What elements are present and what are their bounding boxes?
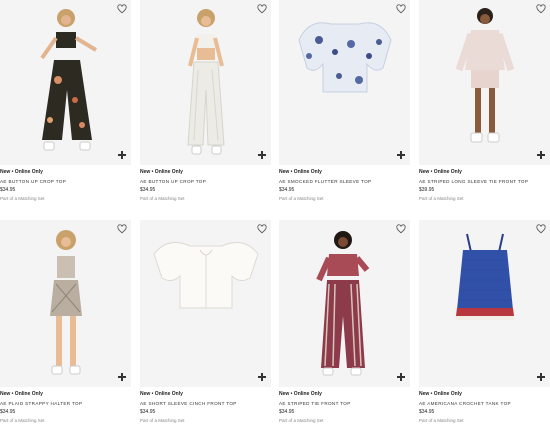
product-image[interactable] xyxy=(419,220,550,387)
product-card[interactable]: New • Online Only AE Smocked Flutter Sle… xyxy=(279,0,410,201)
product-price: $34.95 xyxy=(0,187,16,193)
product-card[interactable]: New • Online Only AE Button Up Crop Top … xyxy=(0,0,131,201)
heart-outline-icon[interactable] xyxy=(536,224,546,234)
product-price: $34.95 xyxy=(140,409,156,415)
matching-set-note[interactable]: Part of a Matching Set xyxy=(419,418,464,423)
product-price: $34.95 xyxy=(279,187,295,193)
product-image[interactable] xyxy=(419,0,550,165)
product-price: $34.95 xyxy=(140,187,156,193)
product-price: $34.95 xyxy=(0,409,16,415)
plus-icon[interactable] xyxy=(397,151,405,159)
matching-set-note[interactable]: Part of a Matching Set xyxy=(419,196,464,201)
product-badge: New • Online Only xyxy=(0,391,43,397)
product-card[interactable]: New • Online Only AE Americana Crochet T… xyxy=(419,220,550,423)
plus-icon[interactable] xyxy=(537,151,545,159)
product-image[interactable] xyxy=(0,0,131,165)
product-name[interactable]: AE Short Sleeve Cinch Front Top xyxy=(140,401,237,406)
matching-set-note[interactable]: Part of a Matching Set xyxy=(279,196,324,201)
matching-set-note[interactable]: Part of a Matching Set xyxy=(140,196,185,201)
product-card[interactable]: New • Online Only AE Short Sleeve Cinch … xyxy=(140,220,271,423)
heart-outline-icon[interactable] xyxy=(117,224,127,234)
product-badge: New • Online Only xyxy=(279,169,322,175)
heart-outline-icon[interactable] xyxy=(396,224,406,234)
product-photo xyxy=(187,9,225,155)
heart-outline-icon[interactable] xyxy=(396,4,406,14)
product-photo xyxy=(153,241,259,309)
product-photo xyxy=(50,230,82,375)
product-photo xyxy=(316,231,370,376)
matching-set-note[interactable]: Part of a Matching Set xyxy=(0,418,45,423)
product-image[interactable] xyxy=(0,220,131,387)
product-photo xyxy=(456,233,514,320)
product-photo xyxy=(298,22,392,93)
matching-set-note[interactable]: Part of a Matching Set xyxy=(279,418,324,423)
product-card[interactable]: New • Online Only AE Striped Long Sleeve… xyxy=(419,0,550,201)
product-card[interactable]: New • Online Only AE Button Up Crop Top … xyxy=(140,0,271,201)
product-badge: New • Online Only xyxy=(419,391,462,397)
product-image[interactable] xyxy=(140,0,271,165)
product-badge: New • Online Only xyxy=(140,169,183,175)
product-card[interactable]: New • Online Only AE Striped Tie Front T… xyxy=(279,220,410,423)
product-card[interactable]: New • Online Only AE Plaid Strappy Halte… xyxy=(0,220,131,423)
product-badge: New • Online Only xyxy=(279,391,322,397)
product-badge: New • Online Only xyxy=(419,169,462,175)
product-image[interactable] xyxy=(279,0,410,165)
plus-icon[interactable] xyxy=(397,373,405,381)
matching-set-note[interactable]: Part of a Matching Set xyxy=(0,196,45,201)
product-image[interactable] xyxy=(279,220,410,387)
product-photo xyxy=(40,9,98,151)
product-grid: New • Online Only AE Button Up Crop Top … xyxy=(0,0,550,430)
heart-outline-icon[interactable] xyxy=(536,4,546,14)
product-name[interactable]: AE Button Up Crop Top xyxy=(140,179,206,184)
product-photo xyxy=(455,8,515,143)
plus-icon[interactable] xyxy=(118,373,126,381)
plus-icon[interactable] xyxy=(537,373,545,381)
plus-icon[interactable] xyxy=(258,151,266,159)
product-name[interactable]: AE Plaid Strappy Halter Top xyxy=(0,401,82,406)
product-name[interactable]: AE Button Up Crop Top xyxy=(0,179,66,184)
product-name[interactable]: AE Striped Long Sleeve Tie Front Top xyxy=(419,179,528,184)
plus-icon[interactable] xyxy=(258,373,266,381)
product-image[interactable] xyxy=(140,220,271,387)
product-badge: New • Online Only xyxy=(0,169,43,175)
heart-outline-icon[interactable] xyxy=(117,4,127,14)
product-price: $34.95 xyxy=(419,409,435,415)
matching-set-note[interactable]: Part of a Matching Set xyxy=(140,418,185,423)
product-name[interactable]: AE Striped Tie Front Top xyxy=(279,401,351,406)
heart-outline-icon[interactable] xyxy=(257,224,267,234)
product-price: $34.95 xyxy=(279,409,295,415)
heart-outline-icon[interactable] xyxy=(257,4,267,14)
product-name[interactable]: AE Americana Crochet Tank Top xyxy=(419,401,511,406)
product-name[interactable]: AE Smocked Flutter Sleeve Top xyxy=(279,179,371,184)
product-badge: New • Online Only xyxy=(140,391,183,397)
product-price: $39.95 xyxy=(419,187,435,193)
plus-icon[interactable] xyxy=(118,151,126,159)
